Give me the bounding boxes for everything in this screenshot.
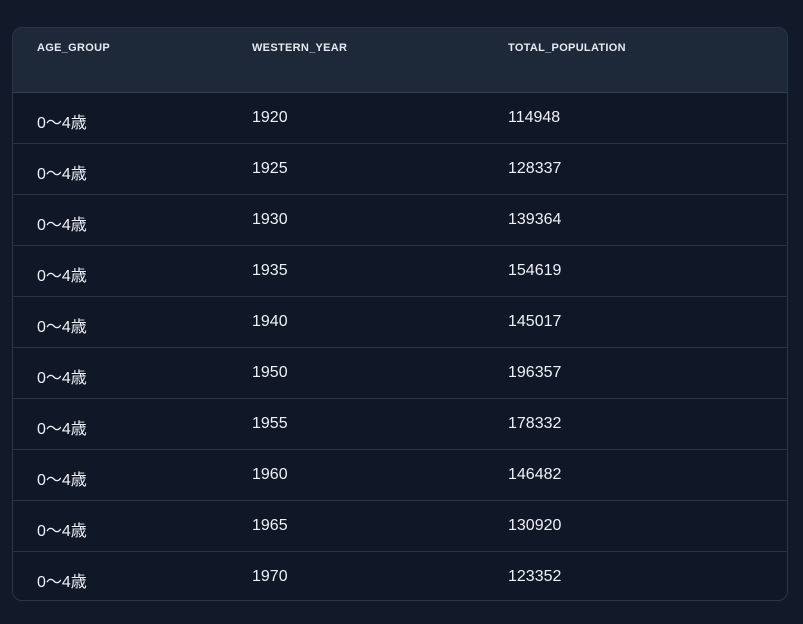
cell-age-group: 0〜4歳 bbox=[37, 370, 87, 387]
cell-age-group: 0〜4歳 bbox=[37, 472, 87, 489]
cell-western-year: 1920 bbox=[252, 109, 288, 126]
cell-age-group: 0〜4歳 bbox=[37, 523, 87, 540]
data-table: AGE_GROUP WESTERN_YEAR TOTAL_POPULATION … bbox=[12, 27, 788, 601]
column-header-total-population[interactable]: TOTAL_POPULATION bbox=[508, 42, 626, 54]
cell-total-population: 196357 bbox=[508, 364, 562, 381]
cell-total-population: 178332 bbox=[508, 415, 562, 432]
cell-western-year: 1935 bbox=[252, 262, 288, 279]
cell-total-population: 114948 bbox=[508, 109, 561, 126]
cell-age-group: 0〜4歳 bbox=[37, 115, 87, 132]
cell-total-population: 146482 bbox=[508, 466, 562, 483]
table-row[interactable]: 0〜4歳 1935 154619 bbox=[13, 246, 787, 297]
table-row[interactable]: 0〜4歳 1970 123352 bbox=[13, 552, 787, 600]
column-header-western-year[interactable]: WESTERN_YEAR bbox=[252, 42, 347, 54]
column-header-age-group[interactable]: AGE_GROUP bbox=[37, 42, 110, 54]
table-row[interactable]: 0〜4歳 1920 114948 bbox=[13, 93, 787, 144]
cell-western-year: 1925 bbox=[252, 160, 288, 177]
cell-western-year: 1950 bbox=[252, 364, 288, 381]
table-row[interactable]: 0〜4歳 1960 146482 bbox=[13, 450, 787, 501]
cell-total-population: 123352 bbox=[508, 568, 562, 585]
cell-western-year: 1965 bbox=[252, 517, 288, 534]
cell-age-group: 0〜4歳 bbox=[37, 268, 87, 285]
table-body: 0〜4歳 1920 114948 0〜4歳 1925 128337 0〜4歳 1… bbox=[13, 93, 787, 600]
table-row[interactable]: 0〜4歳 1950 196357 bbox=[13, 348, 787, 399]
cell-western-year: 1960 bbox=[252, 466, 288, 483]
cell-western-year: 1930 bbox=[252, 211, 288, 228]
cell-age-group: 0〜4歳 bbox=[37, 217, 87, 234]
cell-total-population: 145017 bbox=[508, 313, 562, 330]
table-row[interactable]: 0〜4歳 1955 178332 bbox=[13, 399, 787, 450]
cell-western-year: 1955 bbox=[252, 415, 288, 432]
cell-total-population: 139364 bbox=[508, 211, 562, 228]
table-row[interactable]: 0〜4歳 1930 139364 bbox=[13, 195, 787, 246]
table-header: AGE_GROUP WESTERN_YEAR TOTAL_POPULATION bbox=[13, 28, 787, 93]
table-row[interactable]: 0〜4歳 1940 145017 bbox=[13, 297, 787, 348]
cell-western-year: 1940 bbox=[252, 313, 288, 330]
cell-age-group: 0〜4歳 bbox=[37, 166, 87, 183]
table-row[interactable]: 0〜4歳 1925 128337 bbox=[13, 144, 787, 195]
cell-age-group: 0〜4歳 bbox=[37, 319, 87, 336]
cell-age-group: 0〜4歳 bbox=[37, 574, 87, 591]
cell-total-population: 154619 bbox=[508, 262, 562, 279]
cell-total-population: 130920 bbox=[508, 517, 562, 534]
cell-age-group: 0〜4歳 bbox=[37, 421, 87, 438]
cell-total-population: 128337 bbox=[508, 160, 562, 177]
table-row[interactable]: 0〜4歳 1965 130920 bbox=[13, 501, 787, 552]
cell-western-year: 1970 bbox=[252, 568, 288, 585]
